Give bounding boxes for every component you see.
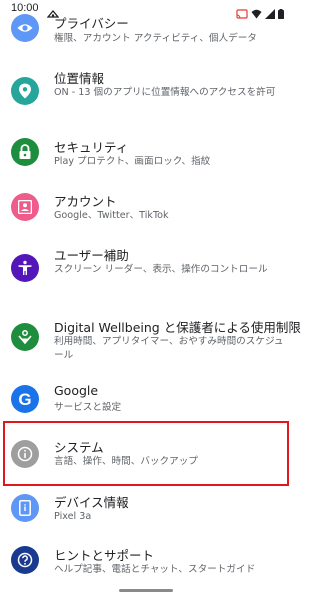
settings-item-title: アカウント [54, 194, 117, 209]
settings-item-location[interactable]: 位置情報 ON - 13 個のアプリに位置情報へのアクセスを許可 [0, 58, 292, 122]
settings-item-tips-support[interactable]: ヒントとサポート ヘルプ記事、電話とチャット、スタートガイド [0, 538, 292, 586]
settings-item-digital-wellbeing[interactable]: Digital Wellbeing と保護者による使用制限 利用時間、アプリタイ… [0, 304, 301, 374]
settings-item-title: デバイス情報 [54, 495, 129, 510]
location-pin-icon [11, 77, 39, 105]
highlight-box [3, 421, 289, 486]
settings-item-account[interactable]: アカウント Google、Twitter、TikTok [0, 180, 292, 240]
settings-item-title: 位置情報 [54, 71, 105, 86]
settings-item-title: Google [54, 383, 99, 398]
help-icon [11, 546, 39, 574]
account-icon [11, 193, 39, 221]
settings-item-subtitle: 利用時間、アプリタイマー、おやすみ時間のスケジュール [54, 336, 284, 361]
settings-item-security[interactable]: セキュリティ Play プロテクト、画面ロック、指紋 [0, 122, 292, 180]
settings-item-title: プライバシー [54, 16, 129, 31]
settings-item-subtitle: サービスと設定 [54, 402, 122, 413]
settings-item-google[interactable]: G Google サービスと設定 [0, 374, 292, 424]
settings-item-subtitle: Google、Twitter、TikTok [54, 210, 169, 221]
settings-item-subtitle: ON - 13 個のアプリに位置情報へのアクセスを許可 [54, 87, 276, 98]
settings-item-device-info[interactable]: デバイス情報 Pixel 3a [0, 486, 292, 538]
settings-item-subtitle: ヘルプ記事、電話とチャット、スタートガイド [54, 564, 256, 575]
wellbeing-icon [11, 323, 39, 351]
google-g-icon: G [11, 385, 39, 413]
settings-item-subtitle: Pixel 3a [54, 511, 92, 522]
lock-icon [11, 138, 39, 166]
settings-item-title: セキュリティ [54, 140, 129, 155]
settings-item-accessibility[interactable]: ユーザー補助 スクリーン リーダー、表示、操作のコントロール [0, 240, 292, 304]
settings-item-subtitle: Play プロテクト、画面ロック、指紋 [54, 156, 211, 167]
settings-item-subtitle: 権限、アカウント アクティビティ、個人データ [54, 33, 257, 44]
privacy-eye-icon [11, 14, 39, 42]
settings-item-title: Digital Wellbeing と保護者による使用制限 [54, 320, 301, 335]
settings-item-privacy[interactable]: プライバシー 権限、アカウント アクティビティ、個人データ [0, 0, 292, 58]
accessibility-icon [11, 254, 39, 282]
settings-item-title: ヒントとサポート [54, 548, 155, 563]
home-gesture-bar[interactable] [119, 589, 173, 592]
settings-item-subtitle: スクリーン リーダー、表示、操作のコントロール [54, 264, 268, 275]
phone-info-icon [11, 494, 39, 522]
settings-item-title: ユーザー補助 [54, 248, 129, 263]
